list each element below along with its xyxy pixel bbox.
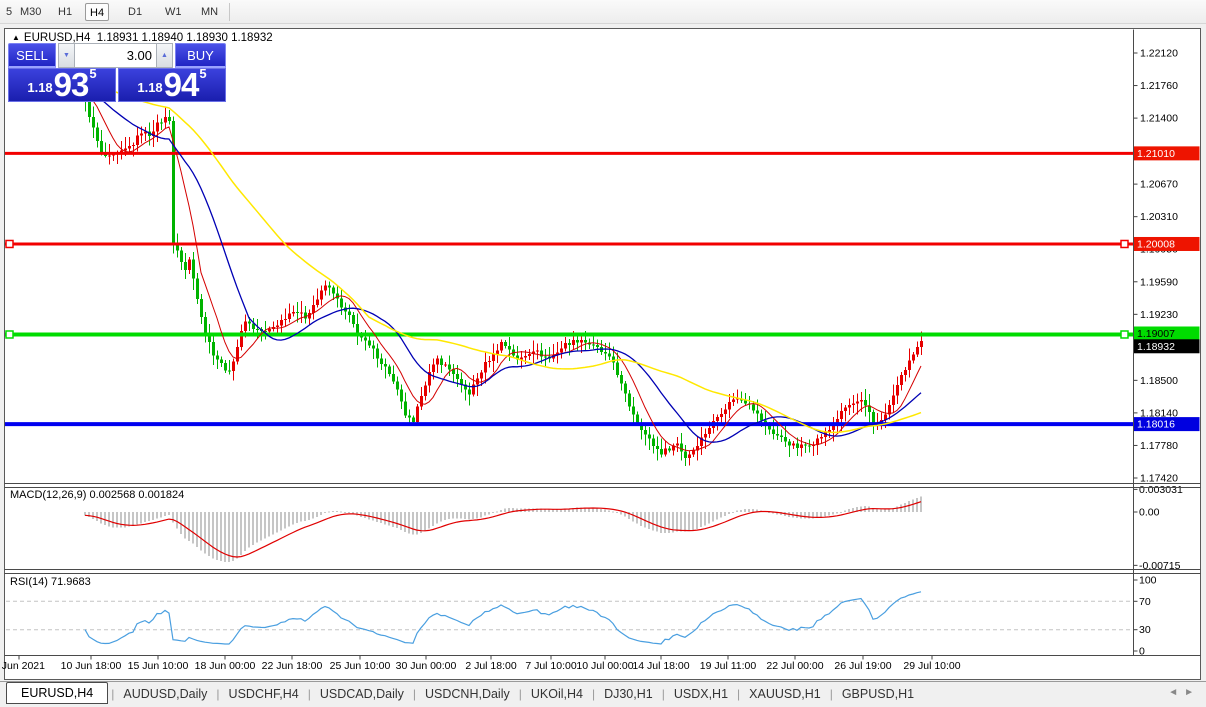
sell-button[interactable]: SELL — [8, 43, 56, 68]
svg-text:1.21400: 1.21400 — [1140, 113, 1178, 125]
svg-text:14 Jul 18:00: 14 Jul 18:00 — [632, 660, 689, 672]
chart-tabs: EURUSD,H4|AUDUSD,Daily|USDCHF,H4|USDCAD,… — [6, 682, 920, 706]
one-click-trading-panel: SELL ▼ ▲ BUY 1.18 93 5 1.18 94 5 — [8, 43, 226, 102]
svg-text:29 Jul 10:00: 29 Jul 10:00 — [903, 660, 960, 672]
chart-tab-USDCAD-Daily[interactable]: USDCAD,Daily — [314, 684, 410, 704]
svg-text:1.17780: 1.17780 — [1140, 440, 1178, 452]
buy-button[interactable]: BUY — [175, 43, 226, 68]
svg-text:10 Jun 18:00: 10 Jun 18:00 — [61, 660, 122, 672]
chart-tab-AUDUSD-Daily[interactable]: AUDUSD,Daily — [117, 684, 213, 704]
svg-text:-0.00715: -0.00715 — [1139, 560, 1181, 572]
ma-line-50 — [85, 80, 921, 432]
chart-tab-USDCHF-H4[interactable]: USDCHF,H4 — [223, 684, 305, 704]
tab-separator: | — [216, 687, 219, 701]
svg-text:18 Jun 00:00: 18 Jun 00:00 — [195, 660, 256, 672]
svg-text:1.22120: 1.22120 — [1140, 48, 1178, 60]
chart-tab-USDCNH-Daily[interactable]: USDCNH,Daily — [419, 684, 516, 704]
svg-text:1.21010: 1.21010 — [1137, 148, 1175, 160]
tab-separator: | — [592, 687, 595, 701]
svg-text:0.003031: 0.003031 — [1139, 484, 1183, 496]
svg-text:1.20008: 1.20008 — [1137, 238, 1175, 250]
svg-text:1.18016: 1.18016 — [1137, 419, 1175, 431]
svg-text:0.00: 0.00 — [1139, 507, 1160, 519]
svg-text:70: 70 — [1139, 596, 1151, 608]
tab-scroll-arrows[interactable]: ◄► — [1168, 687, 1200, 698]
rsi-line — [85, 592, 921, 644]
chart-tab-UKOil-H4[interactable]: UKOil,H4 — [525, 684, 589, 704]
tab-separator: | — [413, 687, 416, 701]
collapse-icon[interactable]: ▲ — [12, 33, 20, 42]
candlesticks — [84, 86, 923, 466]
volume-stepper: ▼ ▲ — [58, 43, 173, 68]
svg-text:30 Jun 00:00: 30 Jun 00:00 — [396, 660, 457, 672]
svg-text:10 Jul 00:00: 10 Jul 00:00 — [576, 660, 633, 672]
buy-price-sup: 5 — [199, 66, 206, 81]
svg-text:30: 30 — [1139, 624, 1151, 636]
buy-price-display[interactable]: 1.18 94 5 — [118, 68, 226, 102]
chart-tab-DJ30-H1[interactable]: DJ30,H1 — [598, 684, 659, 704]
chart-tab-bar: EURUSD,H4|AUDUSD,Daily|USDCHF,H4|USDCAD,… — [0, 681, 1206, 707]
svg-text:7 Jul 10:00: 7 Jul 10:00 — [525, 660, 577, 672]
svg-text:1.20310: 1.20310 — [1140, 211, 1178, 223]
macd-indicator-label: MACD(12,26,9) 0.002568 0.001824 — [10, 489, 184, 501]
rsi-level-lines — [6, 601, 1133, 629]
sell-price-sup: 5 — [89, 66, 96, 81]
tab-separator: | — [519, 687, 522, 701]
rsi-axis: 10070300 — [1134, 575, 1157, 658]
svg-text:22 Jul 00:00: 22 Jul 00:00 — [766, 660, 823, 672]
svg-text:1.18500: 1.18500 — [1140, 375, 1178, 387]
date-axis: 8 Jun 2021 10 Jun 18:00 15 Jun 10:00 18 Jun… — [0, 656, 961, 673]
svg-text:1.20670: 1.20670 — [1140, 179, 1178, 191]
svg-text:22 Jun 18:00: 22 Jun 18:00 — [262, 660, 323, 672]
chart-tab-GBPUSD-H1[interactable]: GBPUSD,H1 — [836, 684, 920, 704]
macd-histogram — [84, 496, 922, 562]
chart-tab-USDX-H1[interactable]: USDX,H1 — [668, 684, 734, 704]
tab-separator: | — [737, 687, 740, 701]
sell-price-big: 93 — [54, 71, 89, 98]
volume-increase-button[interactable]: ▲ — [156, 43, 173, 68]
svg-text:2 Jul 18:00: 2 Jul 18:00 — [465, 660, 517, 672]
svg-text:25 Jun 10:00: 25 Jun 10:00 — [330, 660, 391, 672]
svg-text:19 Jul 11:00: 19 Jul 11:00 — [700, 660, 757, 672]
tab-separator: | — [830, 687, 833, 701]
volume-input[interactable] — [75, 43, 156, 68]
svg-text:1.17420: 1.17420 — [1140, 473, 1178, 485]
svg-text:15 Jun 10:00: 15 Jun 10:00 — [128, 660, 189, 672]
volume-decrease-button[interactable]: ▼ — [58, 43, 75, 68]
tab-separator: | — [111, 687, 114, 701]
svg-text:8 Jun 2021: 8 Jun 2021 — [0, 660, 45, 672]
svg-text:1.19590: 1.19590 — [1140, 276, 1178, 288]
price-chart-canvas: 1.221201.217601.214001.210401.206701.203… — [0, 0, 1206, 707]
svg-text:26 Jul 19:00: 26 Jul 19:00 — [834, 660, 891, 672]
mt4-terminal: 5M30H1H4D1W1MN 1.221201.217601.214001.21… — [0, 0, 1206, 707]
tab-separator: | — [662, 687, 665, 701]
rsi-indicator-label: RSI(14) 71.9683 — [10, 576, 91, 588]
chart-tab-XAUUSD-H1[interactable]: XAUUSD,H1 — [743, 684, 827, 704]
window-frame — [5, 30, 1201, 656]
buy-price-small: 1.18 — [137, 80, 162, 95]
sell-price-display[interactable]: 1.18 93 5 — [8, 68, 116, 102]
svg-text:1.21760: 1.21760 — [1140, 80, 1178, 92]
chart-tab-EURUSD-H4[interactable]: EURUSD,H4 — [6, 682, 108, 704]
svg-text:1.18932: 1.18932 — [1137, 341, 1175, 353]
sell-price-small: 1.18 — [27, 80, 52, 95]
macd-signal-line — [85, 502, 921, 557]
macd-axis: 0.003031 0.00 -0.00715 — [1134, 484, 1183, 572]
svg-text:1.19230: 1.19230 — [1140, 309, 1178, 321]
horizontal-line-1.19007[interactable] — [5, 331, 1133, 338]
ma-line-8 — [85, 93, 921, 451]
ma-line-20 — [85, 89, 921, 442]
svg-text:100: 100 — [1139, 575, 1157, 587]
svg-text:1.19007: 1.19007 — [1137, 328, 1175, 340]
tab-separator: | — [308, 687, 311, 701]
buy-price-big: 94 — [164, 71, 199, 98]
